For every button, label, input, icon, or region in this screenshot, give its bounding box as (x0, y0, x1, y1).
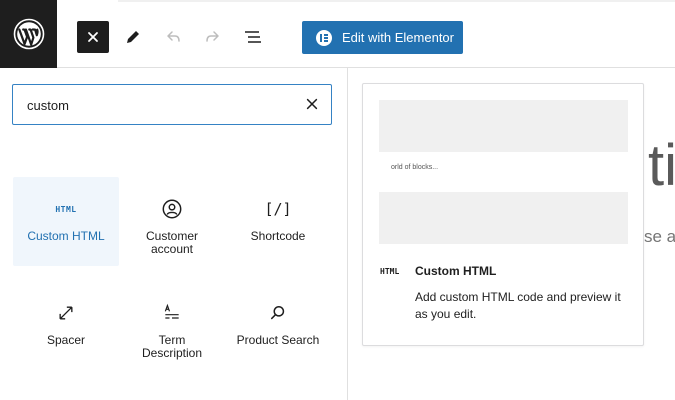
close-inserter-button[interactable] (77, 21, 109, 53)
undo-button[interactable] (157, 21, 189, 53)
block-term-description[interactable]: Term Description (119, 281, 225, 376)
block-label: Shortcode (250, 229, 306, 243)
edit-with-elementor-label: Edit with Elementor (342, 30, 454, 45)
resize-arrow-icon (56, 301, 76, 325)
preview-placeholder-top (379, 100, 628, 152)
pencil-icon (127, 31, 139, 43)
redo-button[interactable] (197, 21, 229, 53)
html-icon: HTML (380, 267, 400, 276)
block-inserter-panel: HTML Custom HTML Customer account [/] Sh… (0, 68, 348, 400)
canvas-subtitle-fragment: se a (644, 227, 675, 246)
preview-placeholder-text: orld of blocks... (391, 164, 439, 171)
block-search-box (12, 84, 332, 125)
block-label: Custom HTML (27, 229, 105, 243)
block-search-input[interactable] (27, 95, 297, 115)
close-icon (306, 98, 318, 110)
html-icon: HTML (55, 204, 77, 214)
undo-icon (167, 31, 180, 42)
tools-button[interactable] (117, 21, 149, 53)
wordpress-logo-icon (13, 18, 44, 50)
wordpress-logo-button[interactable] (0, 0, 57, 68)
block-customer-account[interactable]: Customer account (119, 177, 225, 266)
edit-with-elementor-button[interactable]: Edit with Elementor (302, 21, 463, 54)
document-overview-button[interactable] (237, 21, 269, 53)
block-preview-card: orld of blocks... HTML Custom HTML Add c… (362, 83, 644, 346)
clear-search-button[interactable] (303, 95, 321, 113)
header-strip (118, 0, 675, 2)
search-icon (268, 301, 288, 325)
block-spacer[interactable]: Spacer (13, 281, 119, 376)
block-label: Spacer (46, 333, 86, 347)
list-view-icon (245, 31, 261, 43)
close-icon (88, 32, 98, 42)
preview-description: Add custom HTML code and preview it as y… (415, 290, 621, 321)
preview-placeholder-bottom (379, 192, 628, 244)
block-label: Term Description (142, 333, 203, 360)
block-custom-html[interactable]: HTML Custom HTML (13, 177, 119, 266)
editor-canvas: ti se a (644, 68, 675, 400)
shortcode-icon: [/] (264, 200, 292, 218)
redo-icon (206, 31, 219, 42)
block-product-search[interactable]: Product Search (225, 281, 331, 376)
elementor-icon (316, 29, 332, 46)
editor-header: Edit with Elementor (0, 0, 675, 68)
term-description-icon (162, 301, 182, 325)
canvas-title-fragment: ti (648, 133, 675, 198)
block-label: Product Search (236, 333, 320, 347)
preview-title: Custom HTML (415, 264, 497, 278)
block-shortcode[interactable]: [/] Shortcode (225, 177, 331, 266)
user-circle-icon (161, 197, 183, 221)
block-label: Customer account (145, 229, 198, 256)
